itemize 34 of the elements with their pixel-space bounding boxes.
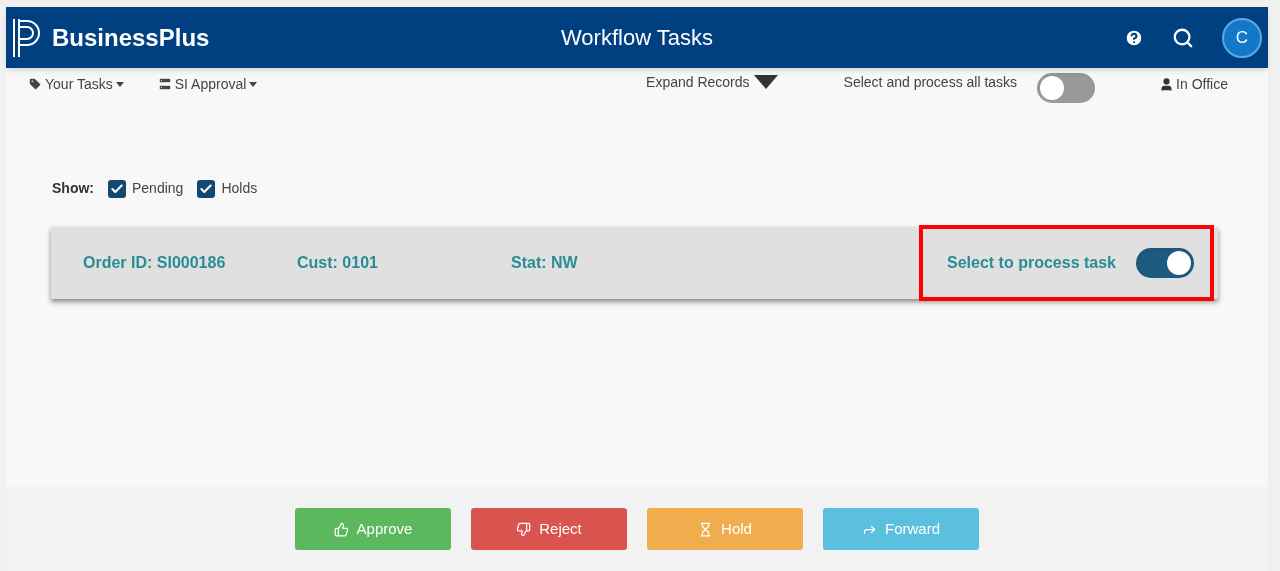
search-icon[interactable] [1172,26,1194,49]
caret-icon [249,81,258,87]
checkmark-icon [110,181,124,196]
person-icon [1159,76,1175,92]
page-title: Workflow Tasks [561,24,713,52]
server-icon [157,77,172,91]
action-button[interactable]: Reject [471,508,627,550]
tag-icon [28,77,42,91]
show-label: Show: [52,179,94,198]
task-field: Stat: NW [511,251,578,275]
menu-dropdown[interactable]: SI Approval [157,73,258,95]
expand-records-button[interactable]: Expand Records [646,71,778,93]
caret-icon [753,75,778,89]
filter-label: Holds [221,179,258,198]
select-all-label: Select and process all tasks [843,72,1018,92]
action-button[interactable]: Approve [295,508,451,550]
thumbs-up-icon [333,521,349,537]
help-icon[interactable] [1124,27,1144,48]
select-all-toggle[interactable] [1037,73,1096,103]
filter-label: Pending [132,179,184,198]
thumbs-down-icon [516,521,532,537]
filter-checkbox[interactable] [197,179,216,198]
filter-checkbox[interactable] [108,179,126,198]
select-task-label: Select to process task [947,253,1116,273]
brand-name: BusinessPlus [52,22,210,53]
status-label[interactable]: In Office [1159,73,1228,95]
select-task-toggle[interactable] [1136,248,1194,278]
caret-icon [115,81,124,87]
user-avatar[interactable]: C [1222,17,1262,58]
task-field: Order ID: SI000186 [83,251,297,275]
logo-icon [12,16,42,59]
task-field: Cust: 0101 [297,251,511,275]
menu-dropdown[interactable]: Your Tasks [28,73,124,95]
checkmark-icon [199,181,214,196]
